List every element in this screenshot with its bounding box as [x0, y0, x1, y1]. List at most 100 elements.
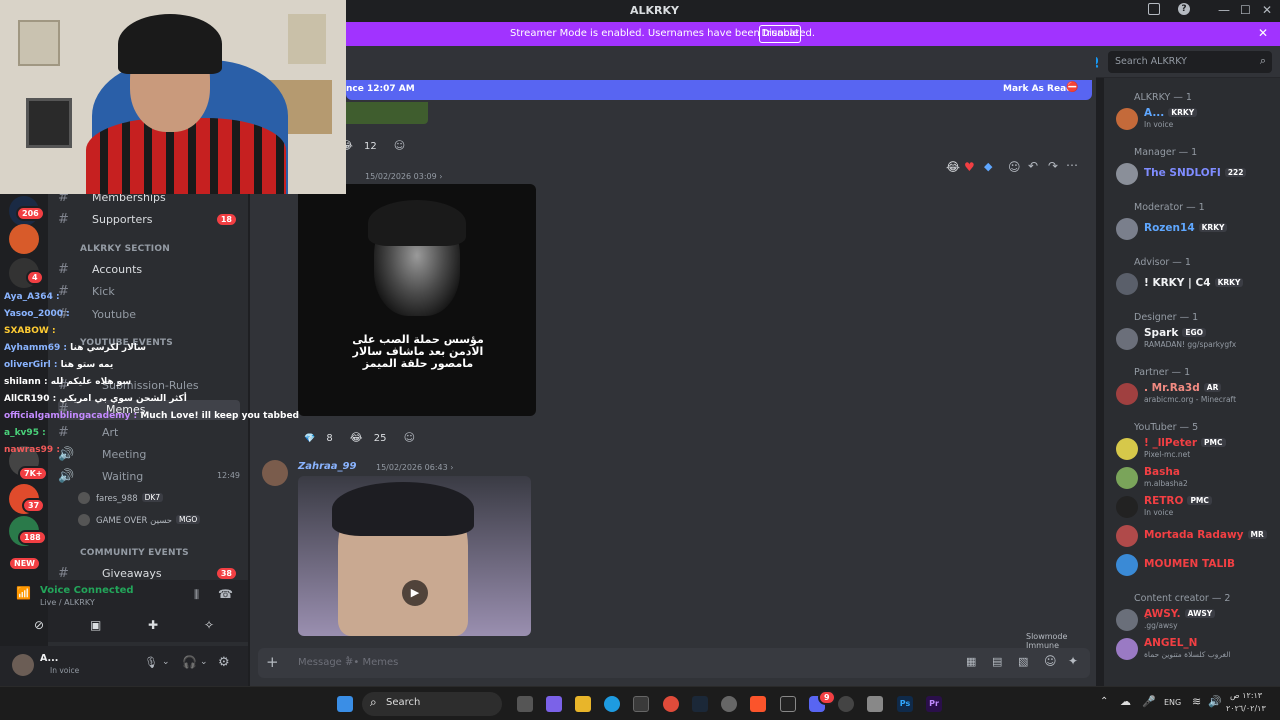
obs-icon[interactable] [838, 696, 854, 712]
voice-status[interactable]: Voice Connected [40, 585, 134, 596]
member-item[interactable]: ANGEL_N الغروب كلسلاة متنوين حماة [1112, 636, 1280, 662]
chevron-down-icon[interactable]: ⌄ [162, 657, 170, 667]
member-item[interactable]: A... KRKY In voice [1112, 106, 1280, 132]
member-name: ! _llPeter PMC [1144, 437, 1226, 449]
help-icon[interactable]: ? [1178, 3, 1190, 15]
heart-reaction-icon[interactable]: ♥ [964, 160, 975, 174]
tray-chevron-icon[interactable]: ⌃ [1100, 696, 1108, 707]
chrome-icon[interactable] [663, 696, 679, 712]
tray-app-icon[interactable]: ☁ [1120, 695, 1131, 708]
gear-icon[interactable]: ⚙ [218, 655, 230, 670]
laugh-reaction-icon[interactable]: 😂 [946, 160, 960, 174]
channel-supporters[interactable]: # Supporters 18 [58, 210, 240, 230]
edge-icon[interactable] [604, 696, 620, 712]
headphones-icon[interactable]: 🎧 [182, 655, 197, 669]
gem-reaction-icon[interactable]: 💎 [304, 434, 315, 444]
voice-channel[interactable]: Live / ALKRKY [40, 598, 95, 607]
server-icon[interactable] [9, 224, 39, 254]
member-item[interactable]: ! KRKY | C4 KRKY [1112, 271, 1280, 297]
attach-icon[interactable]: + [266, 653, 279, 671]
apps-icon[interactable]: ✦ [1068, 654, 1078, 668]
mark-as-read-button[interactable]: Mark As Read [1003, 84, 1073, 94]
member-item[interactable]: Rozen14 KRKY [1112, 216, 1280, 242]
avatar[interactable] [262, 460, 288, 486]
member-item[interactable]: ِAWSY. AWSY .gg/awsy [1112, 607, 1280, 633]
wifi-icon[interactable]: ≋ [1192, 695, 1201, 708]
file-explorer-icon[interactable] [575, 696, 591, 712]
copilot-icon[interactable] [546, 696, 562, 712]
reply-icon[interactable]: ↶ [1028, 159, 1038, 173]
member-name: MOUMEN TALIB [1144, 558, 1236, 570]
gem-reaction-icon[interactable]: ◆ [984, 160, 992, 173]
taskbar-search[interactable]: ⌕ Search [362, 692, 502, 716]
member-item[interactable]: Basha m.albasha2 [1112, 465, 1280, 491]
camera-off-icon[interactable]: ⊘ [34, 618, 44, 632]
close-window-button[interactable]: ✕ [1262, 3, 1272, 17]
forward-icon[interactable]: ↷ [1048, 159, 1058, 173]
search-box[interactable]: Search ALKRKY ⌕ [1108, 51, 1272, 73]
message-author[interactable]: Zahraa_99 [298, 461, 356, 472]
activities-icon[interactable]: ✚ [148, 618, 158, 632]
capcut-icon[interactable] [780, 696, 796, 712]
gift-icon[interactable]: ▦ [966, 655, 976, 668]
message-composer[interactable]: + Message #ٌ• Memes ▦ ▤ ▧ ☺ ✦ [258, 648, 1090, 678]
member-item[interactable]: ! _llPeter PMC Pixel-mc.net [1112, 436, 1280, 462]
more-icon[interactable]: ⋯ [1066, 158, 1078, 172]
add-reaction-icon[interactable]: ☺ [394, 139, 405, 152]
app-icon[interactable] [867, 696, 883, 712]
member-item[interactable]: RETRO PMC In voice [1112, 494, 1280, 520]
add-reaction-icon[interactable]: ☺ [1008, 160, 1021, 174]
emoji-icon[interactable]: ☺ [1044, 654, 1057, 668]
category-alkrky-section[interactable]: ALKRKY SECTION [80, 244, 170, 254]
member-item[interactable]: Mortada Radawy MR [1112, 523, 1280, 549]
maximize-button[interactable]: ☐ [1240, 3, 1251, 17]
minimize-button[interactable]: — [1218, 3, 1230, 17]
brave-icon[interactable] [750, 696, 766, 712]
category-community-events[interactable]: COMMUNITY EVENTS [80, 548, 189, 558]
member-item[interactable]: The SNDLOFI 222 [1112, 161, 1280, 187]
new-badge: NEW [8, 556, 41, 571]
soundboard-icon[interactable]: ✧ [204, 618, 214, 632]
reaction-count: 25 [373, 433, 387, 444]
sticker-icon[interactable]: ▧ [1018, 655, 1028, 668]
task-view-icon[interactable] [517, 696, 533, 712]
voice-user[interactable]: GAME OVER حسين MGO [78, 514, 201, 526]
add-reaction-icon[interactable]: ☺ [404, 431, 415, 444]
photoshop-icon[interactable]: Ps [897, 696, 913, 712]
gif-icon[interactable]: ▤ [992, 655, 1002, 668]
clock-time[interactable]: ١٢:١٣ ص [1230, 691, 1262, 700]
member-item[interactable]: Spark EGO RAMADAN! gg/sparkygfx [1112, 326, 1280, 352]
avatar [1116, 218, 1138, 240]
tray-mic-icon[interactable]: 🎤 [1142, 695, 1156, 708]
chevron-down-icon[interactable]: ⌄ [200, 657, 208, 667]
avatar[interactable] [12, 654, 34, 676]
inbox-icon[interactable] [1148, 3, 1160, 15]
volume-icon[interactable]: 🔊 [1208, 695, 1222, 708]
voice-connected-panel: 📶 Voice Connected Live / ALKRKY ⫼ ☎ ⊘ ▣ … [16, 580, 248, 642]
meme-image[interactable]: مؤسس حملة الصب على الادمن بعد ماشاف سالا… [298, 184, 536, 416]
clock-date[interactable]: ٢٠٢٦/٠٢/١٣ [1226, 704, 1266, 713]
voice-user[interactable]: fares_988 DK7 [78, 492, 164, 504]
microphone-icon[interactable]: 🎙 [144, 656, 158, 669]
disconnect-icon[interactable]: ☎ [218, 587, 233, 601]
disable-button[interactable]: Disable [759, 25, 801, 43]
member-category: Partner — 1 [1134, 367, 1191, 378]
settings-icon[interactable] [721, 696, 737, 712]
channel-accounts[interactable]: # Accounts [58, 260, 240, 280]
member-category: Advisor — 1 [1134, 257, 1191, 268]
language-indicator[interactable]: ENG [1164, 698, 1181, 707]
laugh-reaction-icon[interactable]: 😂 [350, 431, 363, 444]
member-item[interactable]: MOUMEN TALIB [1112, 552, 1280, 578]
close-banner-icon[interactable]: ✕ [1258, 26, 1268, 40]
store-icon[interactable] [633, 696, 649, 712]
screen-share-icon[interactable]: ▣ [90, 618, 101, 632]
steam-icon[interactable] [692, 696, 708, 712]
channel-waiting[interactable]: 🔊 Waiting 12:49 [58, 467, 240, 487]
premiere-icon[interactable]: Pr [926, 696, 942, 712]
play-icon[interactable]: ▶ [402, 580, 428, 606]
noise-icon[interactable]: ⫼ [194, 588, 199, 602]
video-attachment[interactable]: ▶ [298, 476, 531, 636]
member-item[interactable]: . Mr.Ra3d AR arabicmc.org - Minecraft [1112, 381, 1280, 407]
start-icon[interactable] [337, 696, 353, 712]
new-messages-bar[interactable]: nce 12:07 AM Mark As Read ⛔ [346, 80, 1092, 100]
